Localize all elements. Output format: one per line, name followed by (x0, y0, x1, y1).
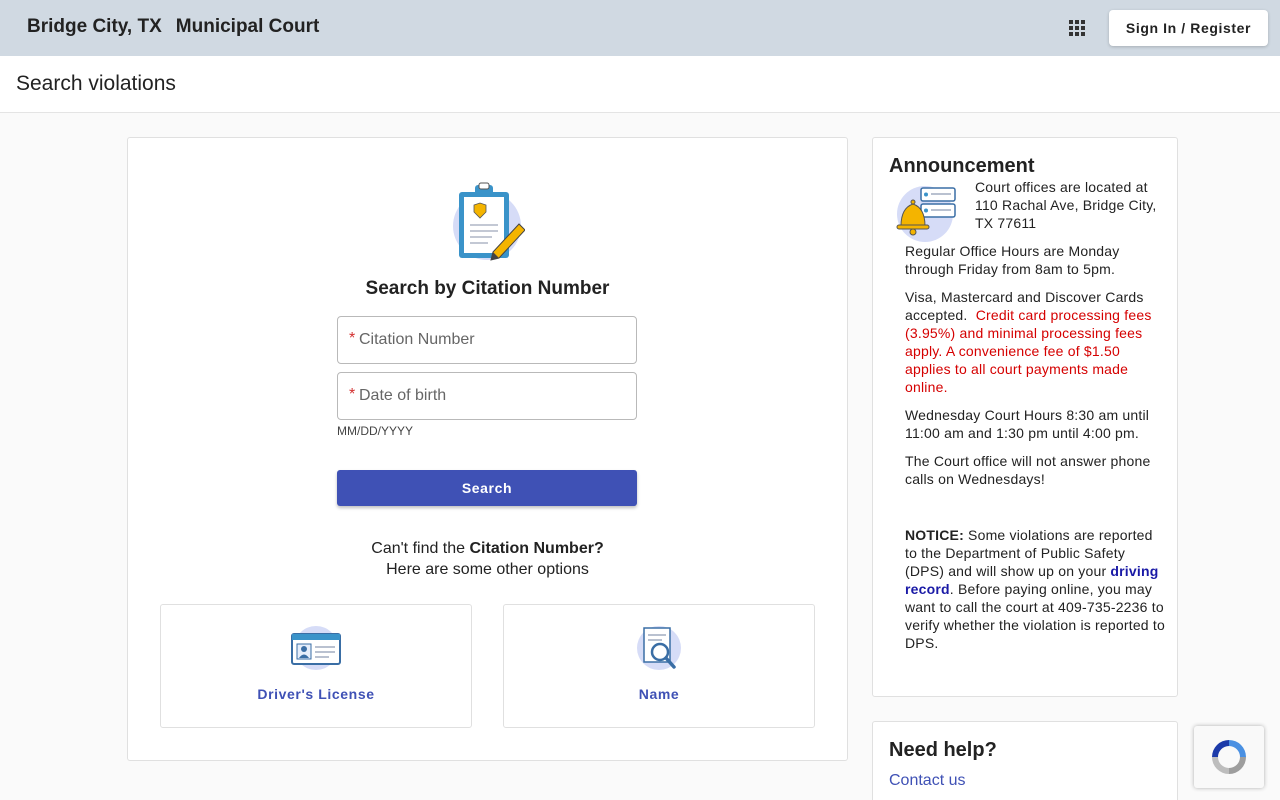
top-app-bar: Bridge City, TX Municipal Court Sign In /… (0, 0, 1280, 56)
date-of-birth-field[interactable]: * (337, 372, 637, 420)
drivers-license-icon (289, 625, 343, 671)
need-help-title: Need help? (889, 739, 997, 761)
page-header: Search violations (0, 56, 1280, 113)
sign-in-register-button[interactable]: Sign In / Register (1109, 10, 1268, 46)
date-of-birth-input[interactable] (359, 374, 629, 418)
cantfind-line2: Here are some other options (386, 561, 589, 578)
city-name: Bridge City, TX (27, 16, 162, 37)
announcement-court-hours: Wednesday Court Hours 8:30 am until 11:0… (905, 407, 1150, 441)
contact-us-link[interactable]: Contact us (889, 772, 965, 790)
search-section-title: Search by Citation Number (365, 278, 610, 299)
announcement-payment: Visa, Mastercard and Discover Cards acce… (905, 288, 1165, 396)
announcement-body: Court offices are located at 110 Rachal … (905, 178, 1165, 662)
announcement-notice: NOTICE: Some violations are reported to … (905, 526, 1165, 652)
apps-grid-icon[interactable] (1067, 18, 1087, 38)
cantfind-prefix: Can't find the (371, 540, 470, 557)
announcement-card: Announcement Court offices are located a… (872, 137, 1178, 697)
dob-format-hint: MM/DD/YYYY (337, 424, 414, 438)
search-button[interactable]: Search (337, 470, 637, 506)
drivers-license-label: Driver's License (257, 686, 375, 702)
court-name: Municipal Court (175, 16, 320, 37)
clipboard-citation-icon (453, 182, 526, 264)
other-options-text: Can't find the Citation Number? Here are… (128, 538, 847, 580)
announcement-hours: Regular Office Hours are Monday through … (905, 243, 1120, 277)
drivers-license-option[interactable]: Driver's License (160, 604, 472, 728)
citation-search-card: Search by Citation Number * * MM/DD/YYYY… (127, 137, 848, 761)
announcement-phone-note: The Court office will not answer phone c… (905, 453, 1151, 487)
page-title: Search violations (16, 72, 176, 95)
announcement-address: Court offices are located at 110 Rachal … (975, 179, 1157, 231)
citation-number-field[interactable]: * (337, 316, 637, 364)
recaptcha-icon (1212, 740, 1246, 774)
brand-title[interactable]: Bridge City, TX Municipal Court (27, 16, 319, 38)
bell-announcement-icon (895, 184, 957, 242)
name-label: Name (638, 686, 680, 702)
required-marker: * (349, 386, 356, 403)
announcement-title: Announcement (889, 155, 1035, 177)
cantfind-bold: Citation Number? (469, 540, 604, 557)
notice-label: NOTICE: (905, 527, 964, 543)
citation-number-input[interactable] (359, 318, 629, 362)
name-search-icon (632, 625, 686, 671)
recaptcha-badge[interactable] (1194, 726, 1264, 788)
required-marker: * (349, 330, 356, 347)
name-option[interactable]: Name (503, 604, 815, 728)
need-help-card: Need help? Contact us (872, 721, 1178, 800)
